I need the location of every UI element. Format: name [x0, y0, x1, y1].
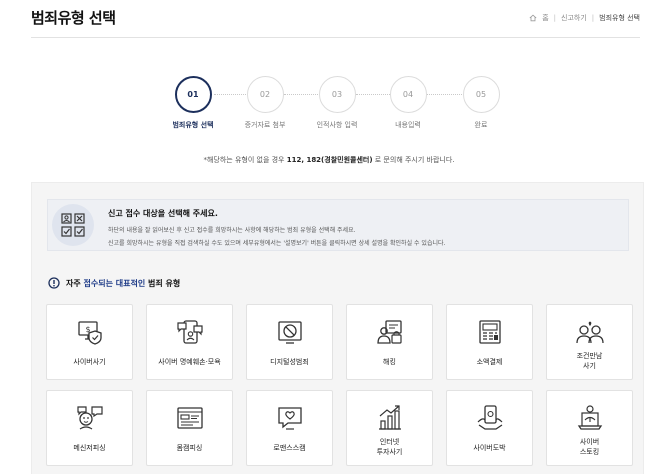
messenger-phishing-icon: [77, 406, 103, 430]
step-4: 04 내용입력: [368, 76, 448, 130]
micropayment-icon: [479, 320, 501, 344]
digital-sex-crime-icon: [278, 321, 302, 344]
category-card-micropayment[interactable]: 소액결제: [446, 304, 533, 380]
breadcrumb-home[interactable]: 홈: [542, 13, 548, 23]
guide-title: 신고 접수 대상을 선택해 주세요.: [108, 209, 218, 218]
notice-prefix: *해당하는 유형이 없을 경우: [203, 156, 287, 164]
step-label: 내용입력: [395, 121, 421, 129]
category-card-hacking[interactable]: 해킹: [346, 304, 433, 380]
cyber-gambling-icon: [477, 405, 503, 430]
category-card-cyber-gambling[interactable]: 사이버도박: [446, 390, 533, 466]
category-label: 인터넷 투자사기: [376, 438, 403, 456]
step-2: 02 증거자료 첨부: [225, 76, 305, 130]
breadcrumb-report[interactable]: 신고하기: [561, 13, 587, 23]
category-label: 해킹: [383, 358, 396, 366]
category-label: 메신저피싱: [73, 444, 106, 452]
dating-fraud-icon: [576, 321, 604, 344]
frequent-types-heading: 자주 접수되는 대표적인 범죄 유형: [48, 277, 180, 289]
step-number: 02: [246, 76, 284, 113]
breadcrumb-separator: |: [591, 14, 595, 22]
investment-fraud-icon: [379, 405, 401, 430]
step-number: 01: [174, 76, 212, 113]
category-card-cyber-fraud[interactable]: $ 사이버사기: [46, 304, 133, 380]
step-label: 범죄유형 선택: [172, 121, 214, 129]
category-card-bodycam-phishing[interactable]: 몸캠피싱: [146, 390, 233, 466]
step-1: 01 범죄유형 선택: [153, 76, 233, 130]
step-number: 04: [389, 76, 427, 113]
notice-phone: 112, 182(경찰민원콜센터): [286, 156, 373, 164]
notice-suffix: 로 문의해 주시기 바랍니다.: [372, 156, 455, 164]
guide-description-2: 신고를 희망하시는 유형을 직접 검색하실 수도 있으며 세부유형에서는 '설명…: [108, 240, 446, 247]
breadcrumb-separator: |: [553, 14, 556, 22]
guide-description-1: 하단의 내용을 잘 읽어보신 후 신고 접수를 희망하시는 사항에 해당하는 범…: [108, 227, 356, 234]
category-label: 사이버도박: [473, 444, 506, 452]
step-label: 완료: [474, 121, 488, 129]
category-label: 로맨스스캠: [273, 444, 306, 452]
step-5: 05 완료: [441, 76, 521, 130]
breadcrumb: 홈 | 신고하기 | 범죄유형 선택: [529, 13, 640, 23]
page-title: 범죄유형 선택: [31, 9, 116, 27]
category-card-defamation[interactable]: 사이버 명예훼손·모욕: [146, 304, 233, 380]
breadcrumb-current: 범죄유형 선택: [599, 14, 640, 22]
step-label: 증거자료 첨부: [244, 121, 286, 129]
category-label: 사이버 명예훼손·모욕: [158, 358, 221, 366]
category-card-cyber-stalking[interactable]: 사이버 스토킹: [546, 390, 633, 466]
bodycam-phishing-icon: [177, 407, 203, 429]
hacking-icon: [377, 320, 402, 344]
category-label: 사이버사기: [73, 358, 106, 366]
category-label: 조건만남 사기: [576, 352, 603, 370]
progress-stepper: 01 범죄유형 선택 02 증거자료 첨부 03 인적사항 입력 04 내용입력…: [0, 76, 658, 136]
crime-type-panel: 신고 접수 대상을 선택해 주세요. 하단의 내용을 잘 읽어보신 후 신고 접…: [31, 182, 644, 474]
contact-notice: *해당하는 유형이 없을 경우 112, 182(경찰민원콜센터) 로 문의해 …: [0, 155, 658, 165]
category-card-digital-sex-crime[interactable]: 디지털성범죄: [246, 304, 333, 380]
category-label: 소액결제: [476, 358, 503, 366]
category-card-investment-fraud[interactable]: 인터넷 투자사기: [346, 390, 433, 466]
cyber-stalking-icon: [577, 405, 603, 430]
guide-box: 신고 접수 대상을 선택해 주세요. 하단의 내용을 잘 읽어보신 후 신고 접…: [47, 199, 629, 251]
step-label: 인적사항 입력: [316, 121, 358, 129]
step-3: 03 인적사항 입력: [297, 76, 377, 130]
step-number: 03: [318, 76, 356, 113]
category-label: 사이버 스토킹: [579, 438, 600, 456]
alert-circle-icon: [48, 277, 60, 289]
category-card-dating-fraud[interactable]: 조건만남 사기: [546, 304, 633, 380]
cyber-fraud-icon: $: [78, 321, 102, 345]
section-title: 자주 접수되는 대표적인 범죄 유형: [66, 278, 181, 288]
home-icon[interactable]: [529, 14, 537, 22]
step-number: 05: [462, 76, 500, 113]
category-card-messenger-phishing[interactable]: 메신저피싱: [46, 390, 133, 466]
checklist-icon: [52, 204, 94, 246]
category-card-romance-scam[interactable]: 로맨스스캠: [246, 390, 333, 466]
defamation-icon: [177, 320, 203, 344]
romance-scam-icon: [278, 407, 302, 430]
header-divider: [31, 37, 640, 38]
category-label: 디지털성범죄: [270, 358, 309, 366]
category-label: 몸캠피싱: [176, 444, 203, 452]
